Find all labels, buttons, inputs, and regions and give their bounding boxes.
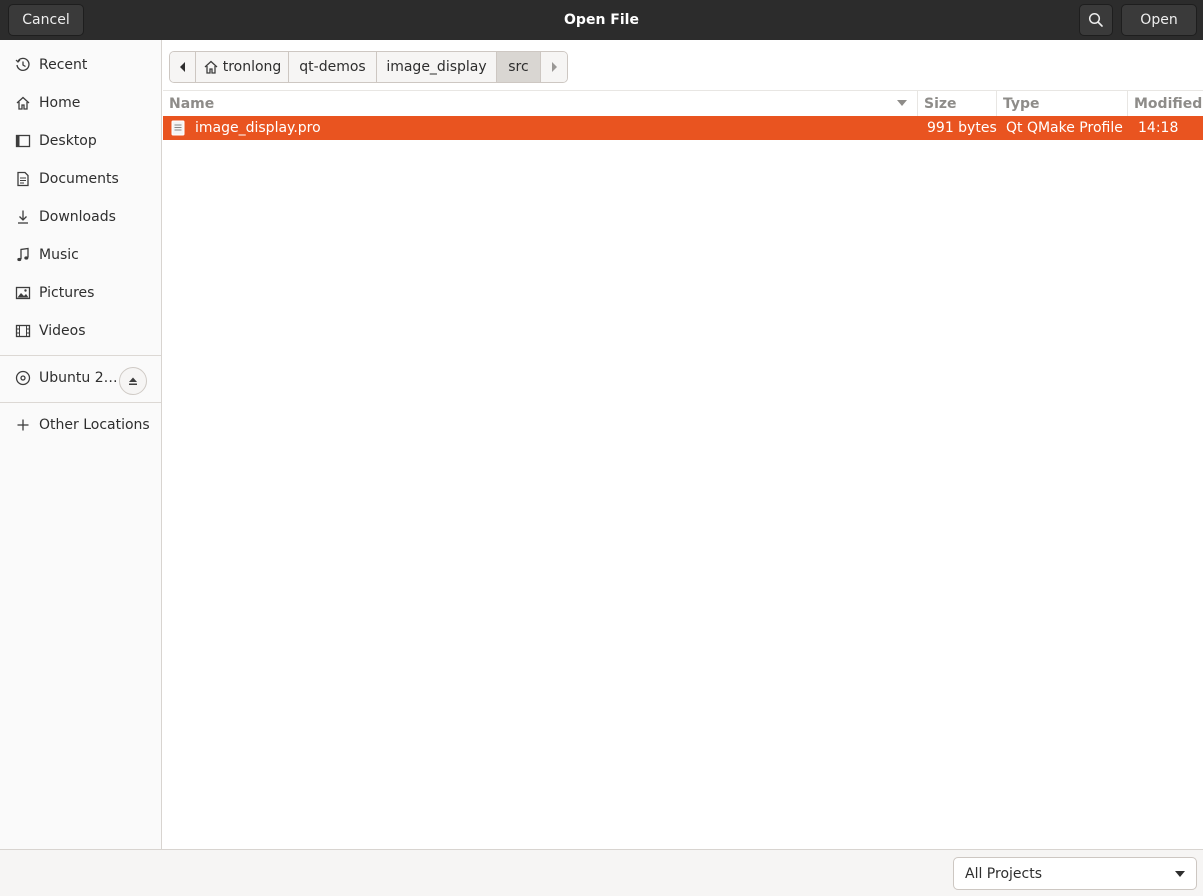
search-button[interactable] (1079, 4, 1113, 36)
column-header-type[interactable]: Type (997, 91, 1128, 116)
column-header-modified[interactable]: Modified (1128, 91, 1203, 116)
column-header-label: Type (1003, 95, 1040, 112)
file-type: Qt QMake Profile (1006, 120, 1123, 136)
sidebar-item-documents[interactable]: Documents (0, 161, 161, 197)
path-segment-label: tronlong (222, 59, 282, 75)
path-segment-label: src (508, 59, 529, 75)
desktop-icon (15, 133, 31, 149)
eject-button[interactable] (119, 367, 147, 395)
file-name: image_display.pro (195, 120, 321, 136)
search-icon (1088, 12, 1103, 27)
sidebar-item-label: Desktop (39, 133, 97, 149)
places-sidebar: Recent Home Desktop Documents Downloads … (0, 40, 162, 849)
download-icon (15, 209, 31, 225)
column-header-name[interactable]: Name (163, 91, 918, 116)
column-header-label: Modified (1134, 95, 1203, 112)
pictures-icon (15, 285, 31, 301)
open-button[interactable]: Open (1121, 4, 1197, 36)
home-icon (204, 60, 218, 74)
sidebar-item-label: Music (39, 247, 79, 263)
path-segment-src[interactable]: src (497, 52, 541, 82)
path-forward-button[interactable] (541, 52, 567, 82)
sidebar-separator (0, 355, 161, 356)
path-segment-label: image_display (386, 59, 487, 75)
cancel-button[interactable]: Cancel (8, 4, 84, 36)
plus-icon (15, 417, 31, 433)
file-name-cell: image_display.pro (171, 116, 911, 140)
sidebar-item-label: Recent (39, 57, 88, 73)
text-file-icon (171, 120, 185, 136)
sidebar-item-downloads[interactable]: Downloads (0, 199, 161, 235)
filter-selected-label: All Projects (965, 865, 1042, 882)
chevron-right-icon (552, 62, 557, 72)
path-segment-label: qt-demos (299, 59, 366, 75)
path-segment-qt-demos[interactable]: qt-demos (289, 52, 377, 82)
path-segment-image-display[interactable]: image_display (377, 52, 497, 82)
videos-icon (15, 323, 31, 339)
column-header-label: Name (169, 95, 215, 112)
sidebar-item-label: Home (39, 95, 81, 111)
music-icon (15, 247, 31, 263)
sidebar-item-recent[interactable]: Recent (0, 47, 161, 83)
sidebar-item-label: Downloads (39, 209, 116, 225)
disc-icon (15, 370, 31, 386)
sidebar-item-desktop[interactable]: Desktop (0, 123, 161, 159)
sidebar-item-label: Videos (39, 323, 86, 339)
sort-descending-icon (897, 100, 907, 106)
sidebar-item-home[interactable]: Home (0, 85, 161, 121)
sidebar-item-other-locations[interactable]: Other Locations (0, 407, 161, 443)
header-bar: Cancel Open File Open (0, 0, 1203, 40)
chevron-left-icon (179, 62, 185, 72)
dialog-title: Open File (564, 12, 639, 28)
sidebar-item-label: Pictures (39, 285, 95, 301)
file-filter-combo[interactable]: All Projects (953, 857, 1197, 890)
path-segment-tronlong[interactable]: tronlong (196, 52, 289, 82)
sidebar-item-music[interactable]: Music (0, 237, 161, 273)
table-row[interactable]: image_display.pro 991 bytes Qt QMake Pro… (163, 116, 1203, 140)
file-size: 991 bytes (927, 120, 997, 136)
sidebar-separator (0, 402, 161, 403)
path-bar: tronlong qt-demos image_display src (169, 51, 568, 83)
eject-icon (129, 377, 137, 385)
chevron-down-icon (1175, 871, 1185, 877)
sidebar-item-ubuntu-drive[interactable]: Ubuntu 2… (0, 360, 161, 396)
column-header-label: Size (924, 95, 957, 112)
column-header-size[interactable]: Size (918, 91, 997, 116)
clock-icon (15, 57, 31, 73)
home-icon (15, 95, 31, 111)
sidebar-item-label: Documents (39, 171, 119, 187)
sidebar-item-videos[interactable]: Videos (0, 313, 161, 349)
sidebar-item-label: Other Locations (39, 417, 150, 433)
path-back-button[interactable] (170, 52, 196, 82)
sidebar-item-label: Ubuntu 2… (39, 370, 118, 386)
sidebar-item-pictures[interactable]: Pictures (0, 275, 161, 311)
documents-icon (15, 171, 31, 187)
list-header: Name Size Type Modified (163, 90, 1203, 116)
file-modified: 14:18 (1138, 120, 1179, 136)
file-list: Name Size Type Modified image_display.pr… (163, 90, 1203, 849)
bottom-bar: All Projects (0, 849, 1203, 896)
